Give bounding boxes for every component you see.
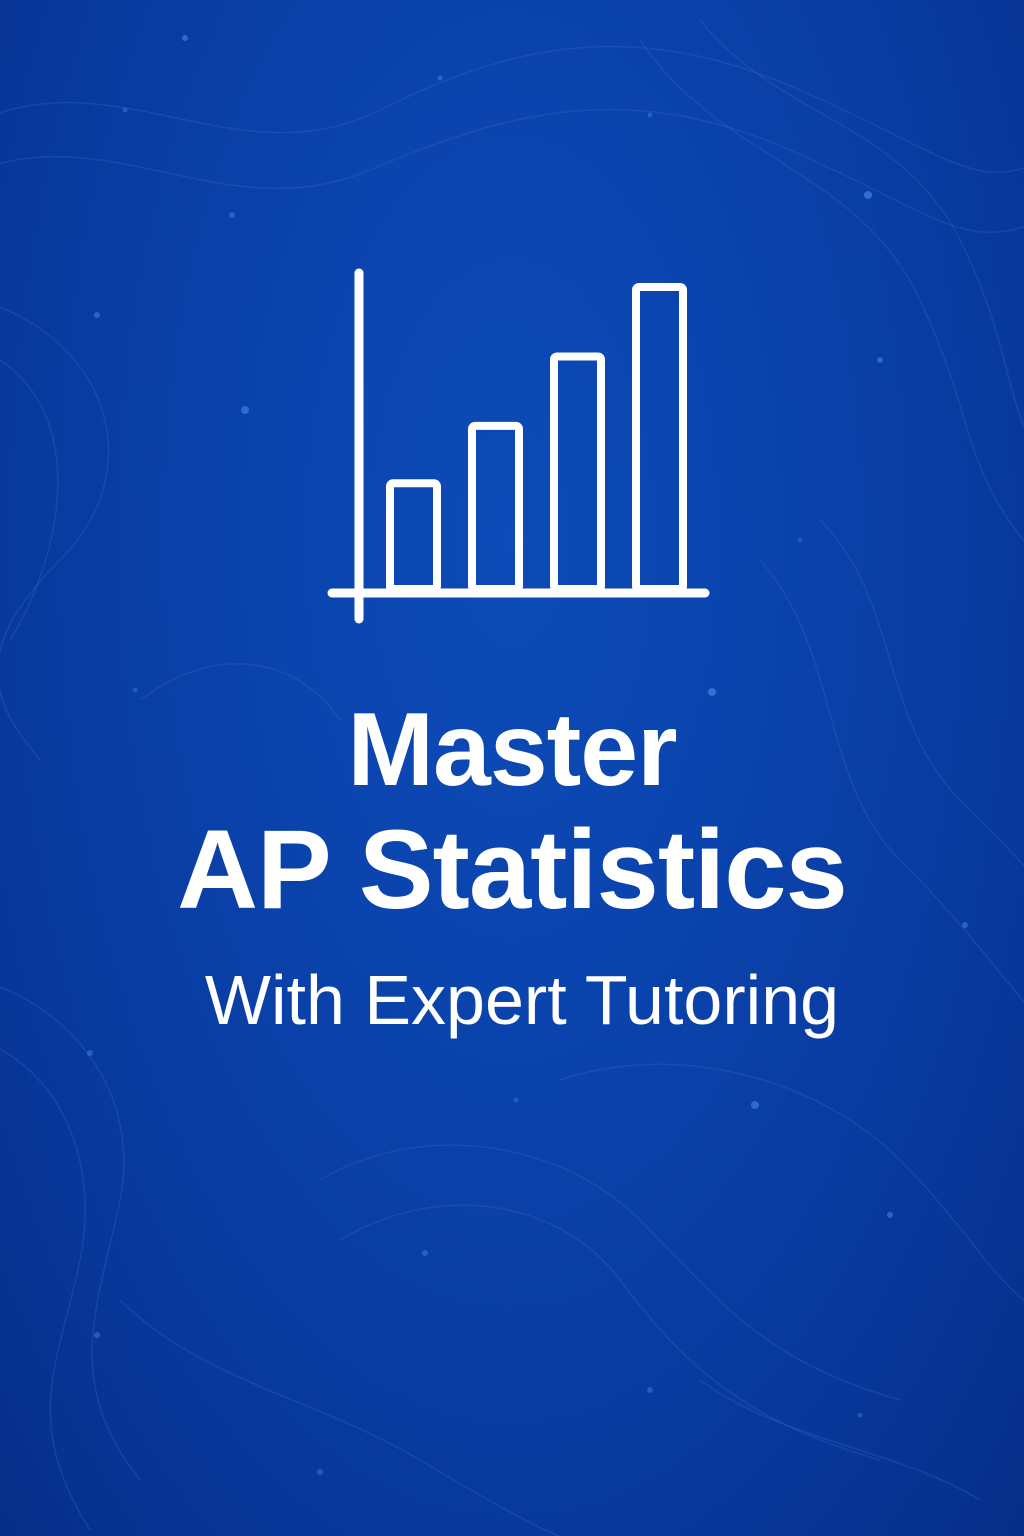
headline-line-1: Master: [347, 692, 677, 808]
subtitle: With Expert Tutoring: [204, 961, 840, 1039]
chart-bar-1: [386, 479, 441, 593]
headline-line-2: AP Statistics: [177, 807, 848, 932]
poster: Master AP Statistics With Expert Tutorin…: [0, 0, 1024, 1536]
chart-bar-2: [468, 421, 523, 594]
chart-bar-3: [550, 352, 605, 593]
chart-bar-4: [632, 283, 687, 593]
chart-bars: [386, 283, 687, 594]
